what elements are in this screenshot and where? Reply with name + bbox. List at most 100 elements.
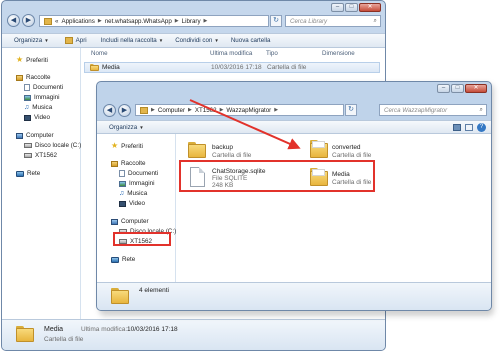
nav-libraries[interactable]: Raccolte	[111, 160, 146, 167]
tile-name: converted	[332, 144, 361, 151]
back-button[interactable]: ◀	[7, 14, 20, 27]
minimize-button[interactable]: –	[331, 3, 344, 12]
nav-music[interactable]: ♫ Musica	[24, 104, 52, 111]
row-modified: 10/03/2016 17:18	[211, 64, 262, 71]
breadcrumb-separator[interactable]: ▶	[175, 18, 179, 24]
nav-local-disk[interactable]: Disco locale (C:)	[24, 142, 81, 149]
documents-icon	[119, 170, 125, 177]
breadcrumb-whatsapp[interactable]: net.whatsapp.WhatsApp	[105, 18, 172, 25]
search-input[interactable]: Cerca WazzapMigrator ⌕	[379, 104, 487, 116]
search-icon: ⌕	[479, 106, 483, 113]
pictures-icon	[119, 180, 126, 187]
breadcrumb-device[interactable]: XT1562	[195, 107, 217, 114]
nav-documents[interactable]: Documenti	[24, 84, 63, 91]
folder-icon	[188, 142, 206, 158]
documents-icon	[24, 84, 30, 91]
nav-libraries[interactable]: Raccolte	[16, 74, 51, 81]
breadcrumb-computer[interactable]: Computer	[158, 107, 185, 114]
breadcrumb-wazzapmigrator[interactable]: WazzapMigrator	[226, 107, 271, 114]
nav-video[interactable]: Video	[24, 114, 50, 121]
search-placeholder: Cerca Library	[290, 17, 328, 25]
tile-backup[interactable]: backup Cartella di file	[182, 140, 302, 162]
column-type[interactable]: Tipo	[266, 50, 278, 57]
breadcrumb-library[interactable]: Library	[182, 18, 201, 25]
tile-converted[interactable]: converted Cartella di file	[306, 140, 426, 162]
column-modified[interactable]: Ultima modifica	[210, 50, 252, 57]
address-bar[interactable]: ▶ Computer ▶ XT1562 ▶ WazzapMigrator ▶	[135, 104, 344, 116]
breadcrumb-separator[interactable]: ▶	[274, 107, 278, 113]
nav-device[interactable]: XT1562	[24, 152, 57, 159]
details-name: Media	[44, 326, 64, 333]
music-note-icon: ♫	[119, 190, 125, 197]
front-explorer-window: – □ ✕ ◀ ▶ ▶ Computer ▶ XT1562 ▶ WazzapMigrat…	[96, 81, 492, 311]
nav-images[interactable]: Immagini	[119, 180, 155, 187]
command-bar: Organizza ▼ ?	[97, 120, 491, 134]
search-placeholder: Cerca WazzapMigrator	[384, 106, 448, 114]
network-icon	[111, 256, 119, 263]
breadcrumb-separator[interactable]: ▶	[204, 18, 208, 24]
minimize-button[interactable]: –	[437, 84, 450, 93]
forward-button[interactable]: ▶	[22, 14, 35, 27]
maximize-button[interactable]: □	[451, 84, 464, 93]
computer-icon	[16, 132, 23, 139]
table-row[interactable]: Media 10/03/2016 17:18 Cartella di file	[84, 62, 380, 73]
nav-network[interactable]: Rete	[111, 256, 135, 263]
search-input[interactable]: Cerca Library ⌕	[285, 15, 381, 27]
breadcrumb-separator[interactable]: ▶	[220, 107, 224, 113]
video-icon	[24, 114, 31, 121]
view-options-icon[interactable]	[453, 124, 461, 131]
nav-network[interactable]: Rete	[16, 170, 40, 177]
navigation-pane: ★ Preferiti Raccolte Documenti Immagini ♫…	[97, 134, 176, 282]
folder-icon	[310, 140, 328, 158]
refresh-button[interactable]: ↻	[270, 15, 282, 27]
include-in-library-menu[interactable]: Includi nella raccolta ▼	[101, 37, 164, 44]
breadcrumb-separator[interactable]: ▶	[151, 107, 155, 113]
folder-icon	[90, 64, 99, 71]
organize-menu[interactable]: Organizza ▼	[109, 124, 144, 131]
details-type: Cartella di file	[44, 336, 84, 343]
folder-icon	[16, 326, 34, 342]
breadcrumb-separator[interactable]: ▶	[98, 18, 102, 24]
new-folder-button[interactable]: Nuova cartella	[231, 37, 271, 44]
open-button[interactable]: Apri	[64, 37, 87, 44]
row-name: Media	[102, 64, 120, 71]
help-icon[interactable]: ?	[477, 123, 486, 132]
libraries-icon	[111, 160, 118, 167]
row-type: Cartella di file	[267, 64, 307, 71]
phone-device-icon	[24, 153, 32, 158]
tile-type: Cartella di file	[332, 152, 372, 159]
video-icon	[119, 200, 126, 207]
breadcrumb-separator[interactable]: ▶	[188, 107, 192, 113]
nav-computer[interactable]: Computer	[16, 132, 54, 139]
back-button[interactable]: ◀	[103, 104, 116, 117]
music-note-icon: ♫	[24, 104, 30, 111]
nav-favorites[interactable]: ★ Preferiti	[111, 142, 143, 150]
close-button[interactable]: ✕	[465, 84, 487, 93]
nav-images[interactable]: Immagini	[24, 94, 60, 101]
nav-video[interactable]: Video	[119, 200, 145, 207]
nav-documents[interactable]: Documenti	[119, 170, 158, 177]
forward-button[interactable]: ▶	[118, 104, 131, 117]
share-with-menu[interactable]: Condividi con ▼	[175, 37, 219, 44]
refresh-button[interactable]: ↻	[345, 104, 357, 116]
column-name[interactable]: Nome	[91, 50, 108, 57]
details-modified: 10/03/2016 17:18	[127, 326, 178, 333]
hard-disk-icon	[24, 143, 32, 148]
maximize-button[interactable]: □	[345, 3, 358, 12]
close-button[interactable]: ✕	[359, 3, 381, 12]
overflow-chevron[interactable]: «	[55, 18, 58, 25]
window-controls: – □ ✕	[330, 3, 381, 12]
folder-icon	[111, 288, 129, 304]
column-size[interactable]: Dimensione	[322, 50, 355, 57]
pictures-icon	[24, 94, 31, 101]
address-bar[interactable]: « Applications ▶ net.whatsapp.WhatsApp ▶ L…	[39, 15, 269, 27]
nav-music[interactable]: ♫ Musica	[119, 190, 147, 197]
nav-computer[interactable]: Computer	[111, 218, 149, 225]
breadcrumb-applications[interactable]: Applications	[61, 18, 94, 25]
preview-pane-icon[interactable]	[465, 124, 473, 131]
organize-menu[interactable]: Organizza ▼	[14, 37, 49, 44]
navigation-pane: ★ Preferiti Raccolte Documenti Immagini ♫…	[2, 48, 81, 319]
nav-favorites[interactable]: ★ Preferiti	[16, 56, 48, 64]
details-modified-label: Ultima modifica:	[81, 326, 128, 333]
file-tiles: backup Cartella di file converted Cartel…	[176, 134, 491, 282]
